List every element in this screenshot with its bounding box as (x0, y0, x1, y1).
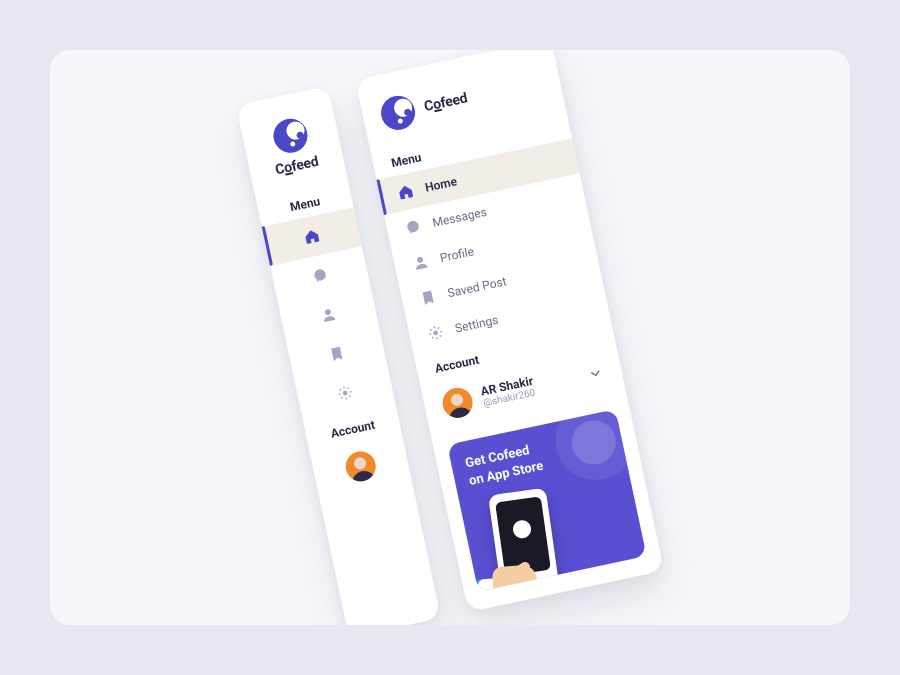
brand-name: Cofeed (274, 153, 320, 178)
promo-card[interactable]: Get Cofeedon App Store (447, 409, 646, 591)
home-icon (302, 227, 321, 246)
profile-icon (411, 252, 430, 271)
menu-item-label: Saved Post (446, 274, 507, 300)
rotated-scene: Cofeed Menu (236, 50, 664, 625)
menu-item-label: Settings (454, 312, 500, 335)
hand-icon (477, 542, 555, 591)
brand-logo-mark-icon (378, 92, 418, 132)
chevron-down-icon (586, 364, 605, 383)
home-icon (396, 182, 415, 201)
menu-item-label: Home (424, 174, 458, 194)
compact-menu-list (262, 207, 396, 422)
profile-icon (319, 305, 338, 324)
messages-icon (404, 217, 423, 236)
phone-in-hand-illustration (485, 486, 562, 591)
design-canvas: Cofeed Menu (50, 50, 850, 625)
account-text: AR Shakir @shakir260 (480, 374, 537, 409)
settings-icon (336, 383, 355, 402)
menu-item-label: Profile (439, 244, 475, 265)
promo-watermark-icon (548, 409, 643, 487)
account-row-compact[interactable] (341, 438, 381, 493)
avatar (343, 448, 379, 484)
avatar (440, 385, 476, 421)
bookmark-icon (327, 344, 346, 363)
brand-logo-mark-icon (270, 115, 310, 155)
messages-icon (311, 266, 330, 285)
bookmark-icon (419, 288, 438, 307)
brand-name: Cofeed (423, 90, 469, 115)
menu-item-label: Messages (431, 204, 488, 229)
settings-icon (426, 323, 445, 342)
